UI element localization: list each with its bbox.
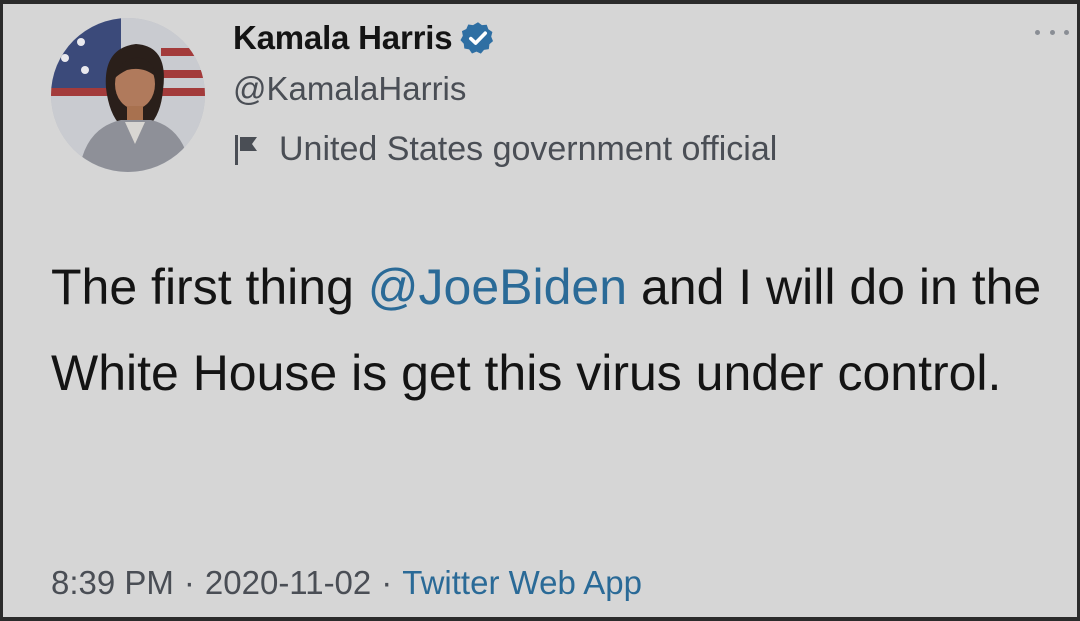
mention-link[interactable]: @JoeBiden [368,259,627,315]
tweet-text: The first thing @JoeBiden and I will do … [51,244,1051,416]
more-dot [1064,29,1069,35]
avatar[interactable] [51,18,205,172]
tweet-meta: 8:39 PM · 2020-11-02 · Twitter Web App [51,564,642,602]
meta-separator: · [183,564,195,601]
tweet-card: Kamala Harris @KamalaHarris United State… [3,4,1077,617]
more-dot [1035,29,1040,35]
account-label-text: United States government official [279,130,778,168]
account-label: United States government official [233,130,777,169]
meta-separator: · [381,564,393,601]
tweet-date[interactable]: 2020-11-02 [205,564,371,601]
author-handle[interactable]: @KamalaHarris [233,70,466,108]
verified-badge-icon [460,22,494,54]
tweet-source-link[interactable]: Twitter Web App [402,564,642,601]
tweet-text-part: The first thing [51,259,368,315]
avatar-image [51,18,205,172]
more-options-icon[interactable] [1035,22,1069,42]
more-dot [1049,29,1055,35]
screenshot-frame: Kamala Harris @KamalaHarris United State… [0,0,1080,621]
flag-icon [235,134,257,165]
author-name-row[interactable]: Kamala Harris [233,16,496,60]
display-name[interactable]: Kamala Harris [233,19,453,57]
tweet-time[interactable]: 8:39 PM [51,564,174,601]
